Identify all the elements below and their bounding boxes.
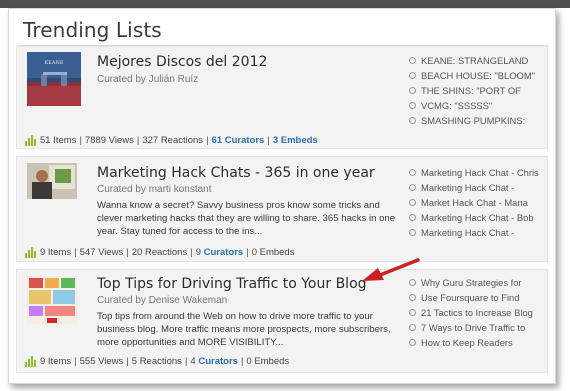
list-item[interactable]: Marketing Hack Chat - [409,225,545,240]
curators-link[interactable]: Curators [204,247,244,258]
section-title: Trending Lists [23,18,162,42]
list-item[interactable]: Marketing Hack Chat - Chris [409,165,545,180]
stats-bars-icon [25,247,36,258]
bullet-circle-icon [409,199,416,206]
items-count: 51 Items [40,135,77,146]
bullet-circle-icon [409,57,416,64]
list-item[interactable]: Market Hack Chat - Mana [409,195,545,210]
album-cover-image: KEANE [27,52,81,106]
list-stats: 9 Items | 555 Views | 5 Reactions | 4 Curat… [25,356,289,367]
list-card[interactable]: Top Tips for Driving Traffic to Your Blo… [16,269,548,373]
person-photo-image [27,163,77,199]
list-description: Top tips from around the Web on how to d… [97,311,391,348]
list-title-link[interactable]: Top Tips for Driving Traffic to Your Blo… [97,276,367,292]
bullet-circle-icon [409,309,416,316]
infographic-image [27,276,77,324]
curators-count[interactable]: 9 [196,247,201,258]
list-item[interactable]: THE SHINS: "PORT OF [409,83,545,98]
curators-count[interactable]: 61 [212,135,223,146]
curators-link[interactable]: Curators [225,135,265,146]
curated-by[interactable]: Curated by marti konstant [97,184,212,195]
top-bar [0,0,570,8]
list-stats: 51 Items | 7889 Views | 327 Reactions | 61 … [25,135,318,146]
bullet-circle-icon [409,324,416,331]
reactions-count: 5 Reactions [131,356,182,367]
list-item[interactable]: Marketing Hack Chat - Bob [409,210,545,225]
list-stats: 9 Items | 547 Views | 20 Reactions | 9 Cura… [25,247,294,258]
list-item[interactable]: Why Guru Strategies for [409,275,545,290]
embeds-link[interactable]: Embeds [281,135,318,146]
items-count: 9 Items [40,247,72,258]
embeds-text: 0 Embeds [251,247,295,258]
bullet-circle-icon [409,169,416,176]
reactions-count: 327 Reactions [142,135,204,146]
views-count: 555 Views [79,356,124,367]
curated-by[interactable]: Curated by Julián Ruíz [97,74,198,85]
list-title-link[interactable]: Marketing Hack Chats - 365 in one year [97,165,375,181]
bullet-circle-icon [409,229,416,236]
list-thumbnail[interactable] [27,276,77,324]
reactions-count: 20 Reactions [131,247,188,258]
views-count: 7889 Views [84,135,134,146]
stats-bars-icon [25,135,36,146]
list-item[interactable]: KEANE: STRANGELAND [409,53,545,68]
list-description: Wanna know a secret? Savvy business pros… [97,200,396,237]
list-preview-items: Why Guru Strategies for Use Foursquare t… [409,275,545,350]
list-item[interactable]: How to Keep Readers [409,335,545,350]
list-card[interactable]: Marketing Hack Chats - 365 in one year C… [16,156,548,262]
bullet-circle-icon [409,294,416,301]
list-preview-items: Marketing Hack Chat - Chris Marketing Ha… [409,165,545,240]
items-count: 9 Items [40,356,72,367]
bullet-circle-icon [409,214,416,221]
list-item[interactable]: 21 Tactics to Increase Blog [409,305,545,320]
annotation-arrow-icon [362,258,420,281]
album-cover-thumbnail[interactable]: KEANE [27,52,81,106]
bullet-circle-icon [409,117,416,124]
views-count: 547 Views [79,247,124,258]
curated-by[interactable]: Curated by Denise Wakeman [97,295,227,306]
list-title-link[interactable]: Mejores Discos del 2012 [97,54,267,70]
list-item[interactable]: 7 Ways to Drive Traffic to [409,320,545,335]
bullet-circle-icon [409,102,416,109]
curators-link[interactable]: Curators [198,356,238,367]
bullet-circle-icon [409,184,416,191]
thumb-band-name: KEANE [44,60,63,66]
curators-count[interactable]: 4 [190,356,195,367]
bullet-circle-icon [409,87,416,94]
bullet-circle-icon [409,339,416,346]
list-item[interactable]: Marketing Hack Chat - [409,180,545,195]
embeds-text: 0 Embeds [246,356,290,367]
list-item[interactable]: VCMG: "SSSSS" [409,98,545,113]
list-preview-items: KEANE: STRANGELAND BEACH HOUSE: "BLOOM" … [409,53,545,128]
list-card[interactable]: KEANE Mejores Discos del 2012 Curated by… [16,46,548,149]
list-item[interactable]: Use Foursquare to Find [409,290,545,305]
list-item[interactable]: BEACH HOUSE: "BLOOM" [409,68,545,83]
list-thumbnail[interactable] [27,163,77,199]
embeds-count[interactable]: 3 [273,135,278,146]
list-item[interactable]: SMASHING PUMPKINS: [409,113,545,128]
bullet-circle-icon [409,72,416,79]
stats-bars-icon [25,356,36,367]
